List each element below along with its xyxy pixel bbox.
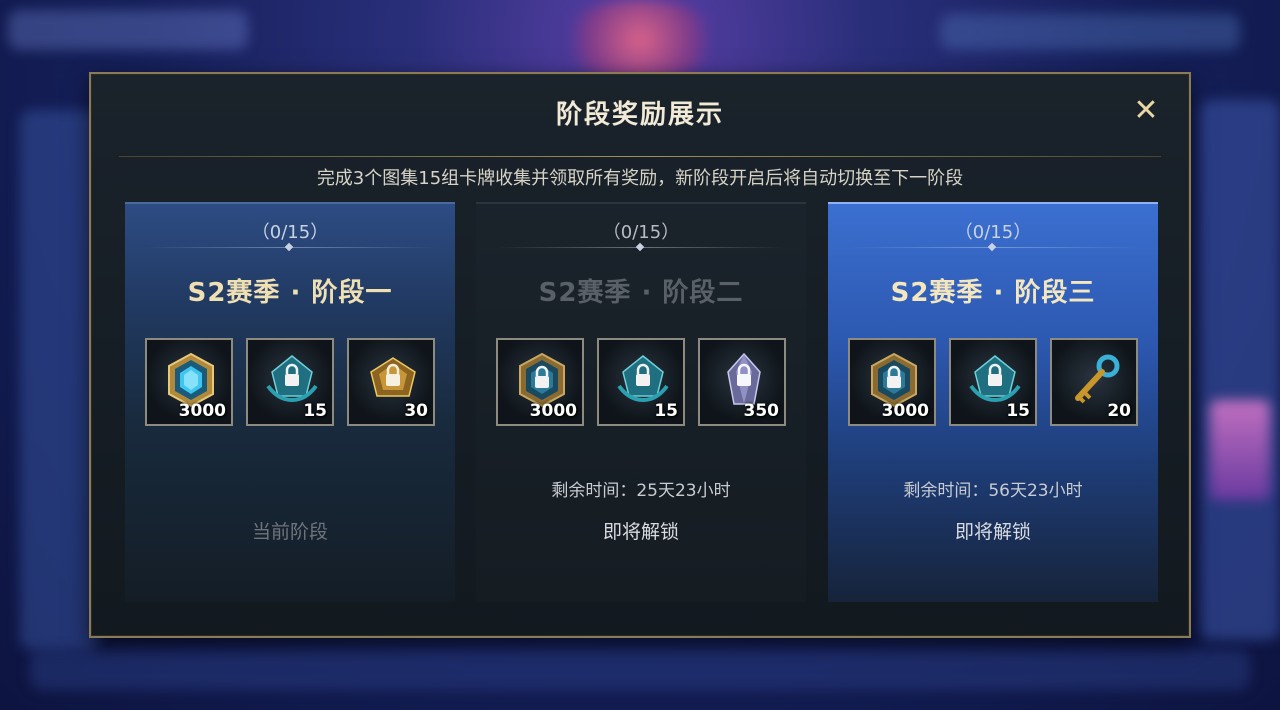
reward-count: 15 [303, 401, 327, 421]
reward-slot[interactable]: 15 [949, 338, 1037, 426]
reward-slot[interactable]: 15 [246, 338, 334, 426]
reward-slot[interactable]: 3000 [848, 338, 936, 426]
reward-list: 3000 15 30 [145, 338, 435, 428]
reward-list: 3000 15 20 [848, 338, 1138, 428]
reward-list: 3000 15 350 [496, 338, 786, 428]
progress-marker [635, 242, 645, 252]
background-card-blur [1210, 400, 1270, 500]
modal-title: 阶段奖励展示 [555, 100, 724, 130]
background-right-panel-blur [1200, 100, 1280, 640]
close-icon[interactable]: ✕ [1131, 96, 1161, 126]
stage-progress: （0/15） [954, 222, 1032, 243]
time-remaining: 剩余时间：56天23小时 [903, 481, 1083, 501]
stage-status: 即将解锁 [954, 521, 1031, 543]
stage-card-1[interactable]: （0/15） S2赛季 · 阶段一 3000 15 30 当前阶段 [125, 202, 455, 602]
progress-marker [284, 242, 294, 252]
stage-progress: （0/15） [602, 222, 680, 243]
modal-subtitle: 完成3个图集15组卡牌收集并领取所有奖励，新阶段开启后将自动切换至下一阶段 [316, 168, 964, 189]
reward-slot[interactable]: 15 [597, 338, 685, 426]
reward-count: 30 [404, 401, 428, 421]
title-divider [119, 156, 1161, 157]
stage-name: S2赛季 · 阶段三 [890, 278, 1096, 308]
reward-count: 350 [743, 401, 780, 421]
background-left-panel-blur [20, 110, 100, 650]
reward-slot[interactable]: 20 [1050, 338, 1138, 426]
reward-count: 3000 [178, 401, 226, 421]
stage-name: S2赛季 · 阶段一 [187, 278, 393, 308]
reward-count: 3000 [881, 401, 929, 421]
stage-card-2[interactable]: （0/15） S2赛季 · 阶段二 3000 15 350 剩余时间：25天23… [476, 202, 806, 602]
reward-slot[interactable]: 350 [698, 338, 786, 426]
stage-card-3[interactable]: （0/15） S2赛季 · 阶段三 3000 15 20 剩余时间：56天23小… [828, 202, 1158, 602]
reward-count: 20 [1107, 401, 1131, 421]
time-remaining: 剩余时间：25天23小时 [551, 481, 731, 501]
reward-count: 3000 [529, 401, 577, 421]
stage-progress: （0/15） [251, 222, 329, 243]
reward-slot[interactable]: 3000 [496, 338, 584, 426]
reward-slot[interactable]: 30 [347, 338, 435, 426]
reward-slot[interactable]: 3000 [145, 338, 233, 426]
stage-rewards-modal: 阶段奖励展示 ✕ 完成3个图集15组卡牌收集并领取所有奖励，新阶段开启后将自动切… [89, 72, 1191, 638]
stage-name: S2赛季 · 阶段二 [538, 278, 744, 308]
background-emblem-blur [560, 0, 720, 80]
reward-count: 15 [654, 401, 678, 421]
stage-status: 当前阶段 [251, 521, 328, 543]
stage-status: 即将解锁 [602, 521, 679, 543]
reward-count: 15 [1006, 401, 1030, 421]
progress-marker [987, 242, 997, 252]
background-topbar-blur [8, 10, 248, 50]
background-currency-blur [940, 14, 1240, 50]
background-bottom-bar-blur [30, 650, 1250, 690]
